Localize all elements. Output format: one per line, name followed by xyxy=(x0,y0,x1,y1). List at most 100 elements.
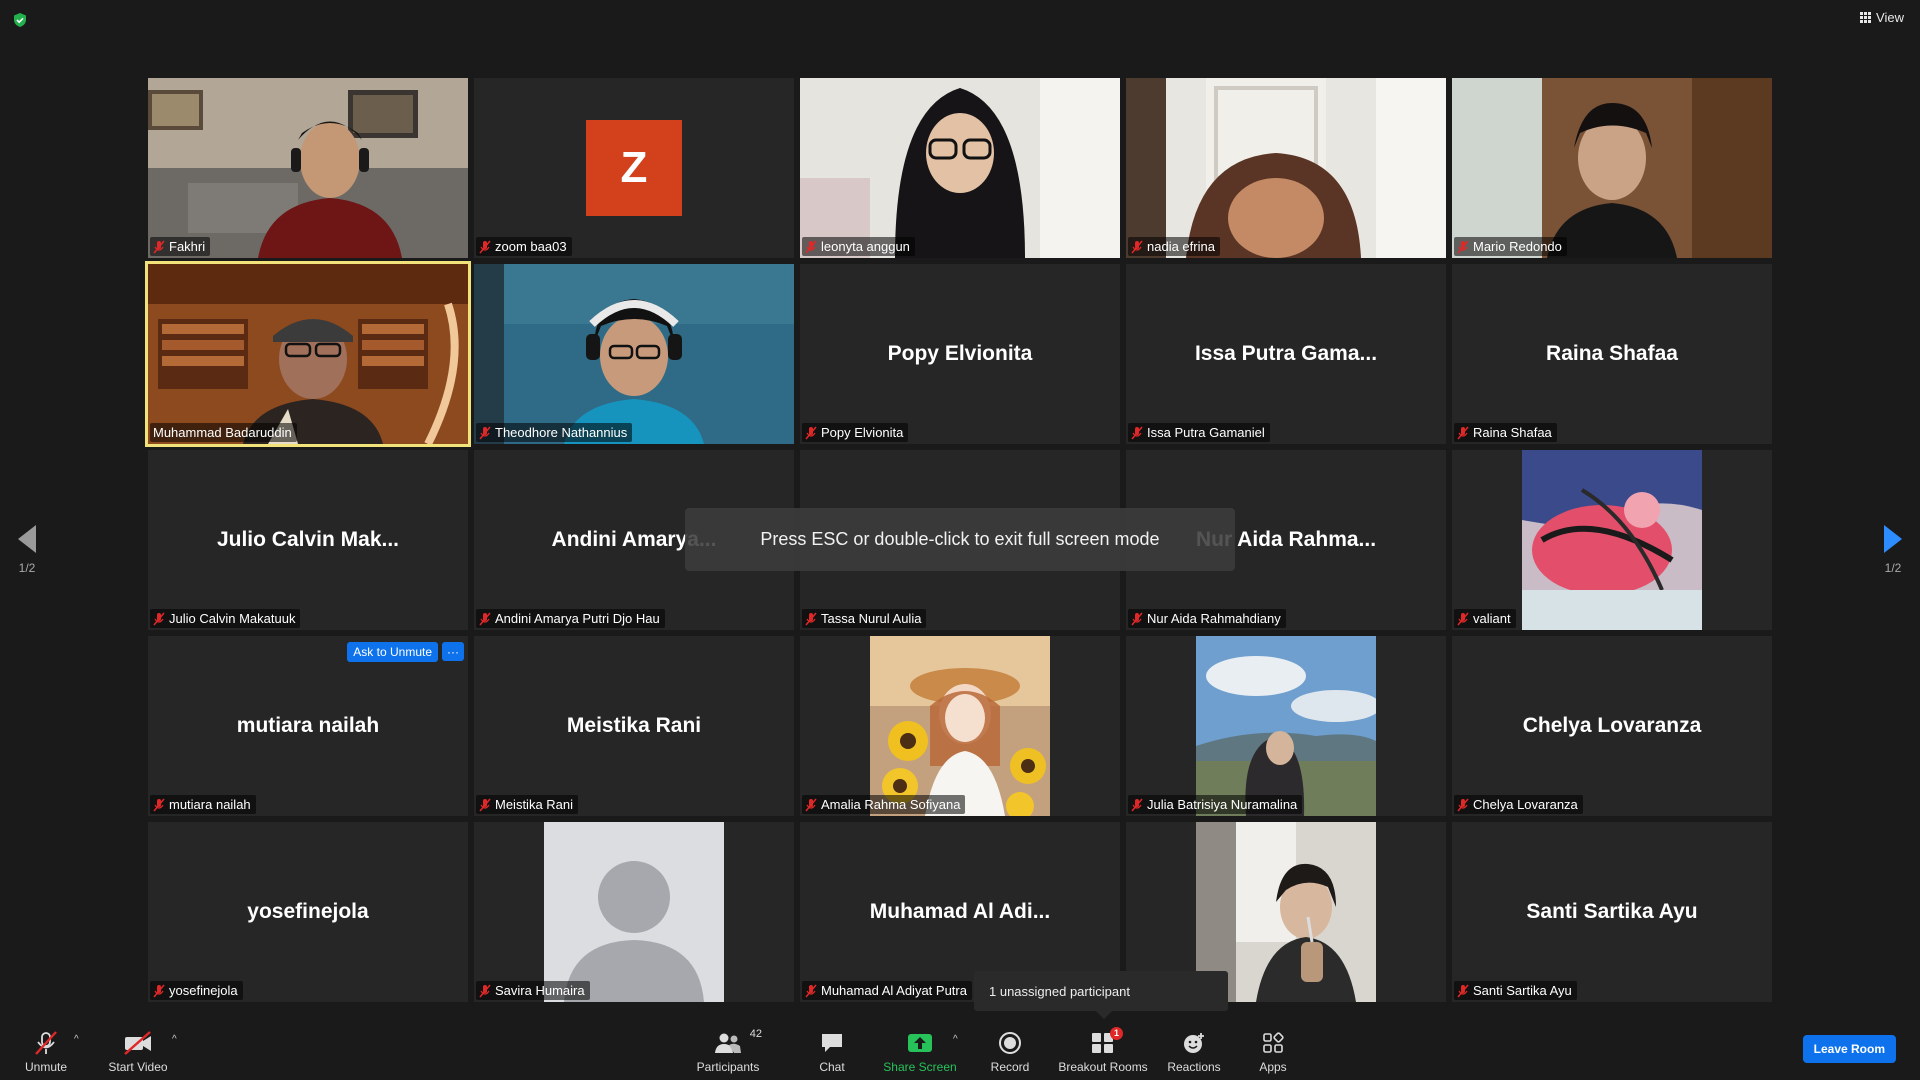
apps-button[interactable]: Apps xyxy=(1253,1024,1293,1080)
participant-name-label: Popy Elvionita xyxy=(802,423,909,442)
participant-tile[interactable]: Santi Sartika Ayu Santi Sartika Ayu xyxy=(1452,822,1772,1002)
shield-check-icon[interactable] xyxy=(12,12,28,28)
active-speaker-tile[interactable]: Muhammad Badaruddin xyxy=(145,261,471,447)
mic-muted-icon xyxy=(1457,612,1469,625)
chat-button[interactable]: Chat xyxy=(807,1024,857,1080)
mic-muted-icon xyxy=(153,798,165,811)
mic-muted-icon xyxy=(1457,240,1469,253)
participant-name-label: Meistika Rani xyxy=(476,795,579,814)
record-icon xyxy=(999,1032,1021,1054)
previous-page-button[interactable]: 1/2 xyxy=(18,525,36,575)
exit-fullscreen-toast: Press ESC or double-click to exit full s… xyxy=(685,508,1235,571)
mic-muted-icon xyxy=(1131,612,1143,625)
apps-icon xyxy=(1263,1032,1284,1053)
participant-name-label: zoom baa03 xyxy=(476,237,572,256)
mic-muted-icon xyxy=(153,240,165,253)
participant-name-label: Theodhore Nathannius xyxy=(476,423,633,442)
mic-muted-icon xyxy=(1131,798,1143,811)
zoom-meeting-window: View Fakhri Z zoom baa03 leonyta anggun … xyxy=(0,0,1920,1080)
page-indicator: 1/2 xyxy=(18,561,36,575)
participant-tile[interactable]: valiant xyxy=(1452,450,1772,630)
participant-name-label: valiant xyxy=(1454,609,1516,628)
share-options-caret-icon[interactable]: ^ xyxy=(953,1034,958,1045)
mic-muted-icon xyxy=(1131,426,1143,439)
mic-muted-icon xyxy=(479,612,491,625)
participant-tile[interactable]: Julio Calvin Mak... Julio Calvin Makatuu… xyxy=(148,450,468,630)
mic-muted-icon xyxy=(35,1031,57,1055)
participant-display-name: Julio Calvin Mak... xyxy=(216,528,400,551)
next-page-button[interactable]: 1/2 xyxy=(1884,525,1902,575)
mic-muted-icon xyxy=(805,240,817,253)
page-indicator: 1/2 xyxy=(1884,561,1902,575)
participant-tile[interactable]: Savira Humaira xyxy=(474,822,794,1002)
participant-video xyxy=(800,78,1120,258)
mic-muted-icon xyxy=(1131,240,1143,253)
participant-name-label: Julio Calvin Makatuuk xyxy=(150,609,301,628)
participant-name-label: Muhamad Al Adiyat Putra xyxy=(802,981,972,1000)
mic-muted-icon xyxy=(805,612,817,625)
participant-tile[interactable]: nadia efrina xyxy=(1126,78,1446,258)
profile-picture xyxy=(1522,450,1702,630)
reactions-button[interactable]: Reactions xyxy=(1164,1024,1224,1080)
profile-picture xyxy=(870,636,1050,816)
participant-tile[interactable]: Julia Batrisiya Nuramalina xyxy=(1126,636,1446,816)
breakout-rooms-button[interactable]: 1 Breakout Rooms xyxy=(1057,1024,1149,1080)
view-button[interactable]: View xyxy=(1860,10,1904,25)
participant-name-label: nadia efrina xyxy=(1128,237,1220,256)
participants-button[interactable]: 42 Participants xyxy=(693,1024,763,1080)
participant-tile[interactable]: Meistika Rani Meistika Rani xyxy=(474,636,794,816)
participant-tile[interactable]: Z zoom baa03 xyxy=(474,78,794,258)
participant-name-label: Issa Putra Gamaniel xyxy=(1128,423,1270,442)
participant-tile[interactable]: Ask to Unmute ··· mutiara nailah mutiara… xyxy=(148,636,468,816)
participant-name-label: Julia Batrisiya Nuramalina xyxy=(1128,795,1303,814)
participant-display-name: Popy Elvionita xyxy=(887,342,1033,365)
participant-count: 42 xyxy=(749,1028,762,1040)
participant-tile[interactable]: Raina Shafaa Raina Shafaa xyxy=(1452,264,1772,444)
profile-picture xyxy=(1196,636,1376,816)
participant-tile[interactable]: Popy Elvionita Popy Elvionita xyxy=(800,264,1120,444)
leave-room-button[interactable]: Leave Room xyxy=(1802,1035,1896,1063)
participant-display-name: mutiara nailah xyxy=(236,714,380,737)
share-screen-icon xyxy=(908,1034,932,1052)
mic-muted-icon xyxy=(153,984,165,997)
unmute-button[interactable]: Unmute xyxy=(18,1024,74,1080)
meeting-toolbar: Unmute ^ Start Video ^ 42 Participants C… xyxy=(0,1024,1920,1080)
grid-view-icon xyxy=(1860,12,1872,23)
video-options-caret-icon[interactable]: ^ xyxy=(172,1034,177,1045)
mic-muted-icon xyxy=(805,426,817,439)
participant-name-label: Mario Redondo xyxy=(1454,237,1567,256)
view-label: View xyxy=(1876,10,1904,25)
record-button[interactable]: Record xyxy=(985,1024,1035,1080)
default-avatar xyxy=(544,822,724,1002)
participant-tile[interactable]: Issa Putra Gama... Issa Putra Gamaniel xyxy=(1126,264,1446,444)
participant-tile[interactable]: Mario Redondo xyxy=(1452,78,1772,258)
mic-muted-icon xyxy=(479,240,491,253)
share-screen-button[interactable]: Share Screen xyxy=(882,1024,958,1080)
audio-options-caret-icon[interactable]: ^ xyxy=(74,1034,79,1045)
participant-display-name: Issa Putra Gama... xyxy=(1194,342,1378,365)
participant-name-label: leonyta anggun xyxy=(802,237,915,256)
participant-tile[interactable]: Fakhri xyxy=(148,78,468,258)
participant-name-label: Fakhri xyxy=(150,237,211,256)
start-video-button[interactable]: Start Video xyxy=(106,1024,170,1080)
participant-video xyxy=(148,264,468,444)
video-off-icon xyxy=(124,1031,151,1055)
mic-muted-icon xyxy=(153,612,165,625)
arrow-left-icon xyxy=(18,525,36,553)
initial-avatar: Z xyxy=(586,120,682,216)
participant-video xyxy=(474,264,794,444)
participant-tile[interactable]: leonyta anggun xyxy=(800,78,1120,258)
participant-tile[interactable]: Theodhore Nathannius xyxy=(474,264,794,444)
participant-tile[interactable]: Amalia Rahma Sofiyana xyxy=(800,636,1120,816)
participant-video xyxy=(1126,78,1446,258)
participant-name-label: Amalia Rahma Sofiyana xyxy=(802,795,966,814)
participant-tile[interactable]: yosefinejola yosefinejola xyxy=(148,822,468,1002)
participants-icon xyxy=(715,1033,741,1053)
participant-name-label: Santi Sartika Ayu xyxy=(1454,981,1577,1000)
participant-name-label: Andini Amarya Putri Djo Hau xyxy=(476,609,665,628)
participant-tile[interactable]: Chelya Lovaranza Chelya Lovaranza xyxy=(1452,636,1772,816)
participant-video xyxy=(148,78,468,258)
participant-name-label: Raina Shafaa xyxy=(1454,423,1557,442)
mic-muted-icon xyxy=(1457,798,1469,811)
participant-display-name: Raina Shafaa xyxy=(1546,342,1678,365)
